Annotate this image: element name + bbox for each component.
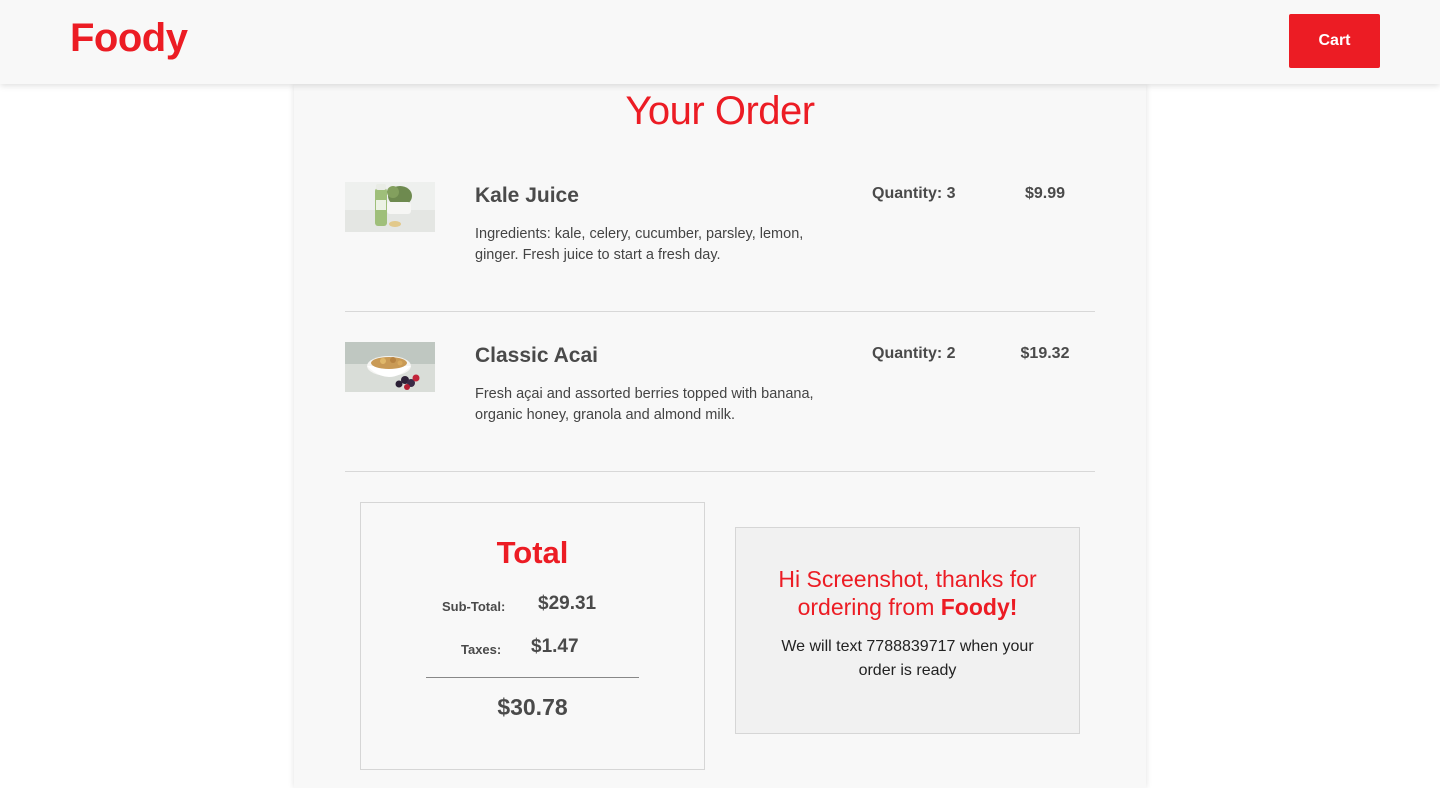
item-description: Ingredients: kale, celery, cucumber, par… xyxy=(475,226,804,263)
item-name: Kale Juice xyxy=(475,184,579,207)
item-price: $9.99 xyxy=(1024,185,1066,202)
thank-you-title: Hi Screenshot, thanks for ordering from … xyxy=(746,565,1069,621)
item-quantity: Quantity: 3 xyxy=(872,185,956,202)
thank-you-message: Hi Screenshot, thanks for ordering from … xyxy=(735,527,1080,734)
ready-notice: We will text 7788839717 when your order … xyxy=(781,638,1034,679)
order-item: Kale Juice Ingredients: kale, celery, cu… xyxy=(345,182,1095,312)
taxes-value: $1.47 xyxy=(531,636,579,657)
page-title: Your Order xyxy=(625,89,815,133)
subtotal-label: Sub-Total: xyxy=(442,599,506,614)
taxes-label: Taxes: xyxy=(461,642,502,657)
cart-button[interactable]: Cart xyxy=(1289,14,1380,68)
total-title: Total xyxy=(496,535,569,570)
thank-you-brand: Foody! xyxy=(940,594,1018,620)
order-card: Your Order Kale Juice Ingredients: kale,… xyxy=(294,84,1146,788)
grand-total: $30.78 xyxy=(497,694,568,720)
subtotal-value: $29.31 xyxy=(538,593,597,614)
kale-juice-image xyxy=(345,182,435,232)
total-summary: Total Sub-Total: $29.31 Taxes: $1.47 $30… xyxy=(360,502,705,770)
brand-logo[interactable]: Foody xyxy=(70,16,188,61)
divider xyxy=(426,677,639,678)
item-quantity: Quantity: 2 xyxy=(872,345,956,362)
item-name: Classic Acai xyxy=(475,344,598,367)
item-price: $19.32 xyxy=(1020,345,1070,362)
acai-bowl-image xyxy=(345,342,435,392)
order-item: Classic Acai Fresh açai and assorted ber… xyxy=(345,342,1095,472)
item-description: Fresh açai and assorted berries topped w… xyxy=(475,386,814,423)
navbar: Foody Cart xyxy=(0,0,1440,84)
